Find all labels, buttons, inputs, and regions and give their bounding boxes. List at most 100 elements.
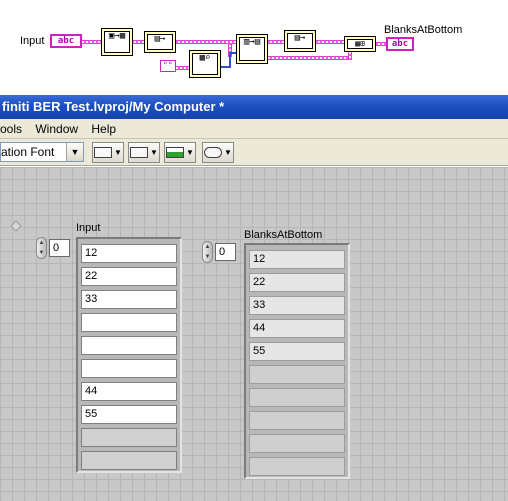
chevron-down-icon: ▼ (114, 148, 122, 157)
output-element: 44 (249, 317, 345, 340)
input-terminal[interactable]: abc (50, 34, 82, 48)
input-element-value[interactable]: 44 (81, 382, 177, 401)
distribute-objects-button[interactable]: ▼ (128, 142, 160, 163)
input-element[interactable]: 33 (81, 288, 177, 311)
input-element[interactable] (81, 357, 177, 380)
output-element-value: 55 (249, 342, 345, 361)
output-terminal-label: BlanksAtBottom (384, 24, 463, 36)
empty-string-constant[interactable]: "" (160, 60, 176, 72)
chevron-down-icon: ▼ (150, 148, 158, 157)
build-array-node[interactable]: ▦⊞ (344, 36, 376, 52)
input-element[interactable] (81, 449, 177, 472)
output-terminal[interactable]: abc (386, 37, 414, 51)
search-array-icon: ▦⌕ (192, 53, 218, 75)
input-element-value[interactable] (81, 336, 177, 355)
distribute-objects-icon (130, 147, 149, 158)
output-element (249, 363, 345, 386)
output-terminal-text: abc (391, 39, 409, 49)
input-array-control[interactable]: 12 22 33 44 55 (76, 237, 182, 473)
output-element-value: 22 (249, 273, 345, 292)
block-diagram: Input abc BlanksAtBottom abc ▣→▦ ▤→ "" ▦… (0, 0, 508, 95)
search-array-node[interactable]: ▦⌕ (189, 50, 221, 78)
align-objects-icon (94, 147, 113, 158)
window-title: finiti BER Test.lvproj/My Computer * (0, 95, 508, 119)
input-element-value[interactable] (81, 313, 177, 332)
input-element-value[interactable]: 22 (81, 267, 177, 286)
input-terminal-text: abc (57, 36, 75, 46)
integer-wire (229, 52, 231, 68)
array-index-icon: ▤→ (147, 34, 173, 50)
output-element-value (249, 411, 345, 430)
index-spinner-icon[interactable]: ▲ ▼ (36, 237, 47, 259)
input-array-index[interactable]: ▲ ▼ 0 (36, 237, 76, 259)
output-element: 55 (249, 340, 345, 363)
align-objects-button[interactable]: ▼ (92, 142, 124, 163)
input-element[interactable] (81, 426, 177, 449)
resize-objects-button[interactable]: ▼ (164, 142, 196, 163)
input-element-value[interactable]: 12 (81, 244, 177, 263)
menu-item-window[interactable]: Window (30, 119, 83, 139)
toolbar: ation Font ▼ ▼ ▼ ▼ ▼ (0, 139, 508, 166)
string-wire (268, 40, 284, 44)
input-element-value[interactable]: 33 (81, 290, 177, 309)
split-array-node[interactable]: ▥→▤ (236, 34, 268, 64)
string-wire (376, 42, 386, 46)
output-array-indicator: 12 22 33 44 55 (244, 243, 350, 479)
reorder-button[interactable]: ▼ (202, 142, 234, 163)
front-panel: Input ▲ ▼ 0 12 22 33 44 55 BlanksAtBottom ▲ ▼ … (0, 167, 508, 501)
output-array-index[interactable]: ▲ ▼ 0 (202, 241, 242, 263)
output-element (249, 409, 345, 432)
input-element-value[interactable] (81, 428, 177, 447)
string-wire (316, 40, 346, 44)
input-element[interactable]: 22 (81, 265, 177, 288)
font-select[interactable]: ation Font ▼ (0, 142, 84, 162)
array-function-node[interactable]: ▤→ (144, 31, 176, 53)
array-function-node[interactable]: ▣→▦ (101, 28, 133, 56)
menu-item-tools[interactable]: ools (0, 119, 27, 139)
input-index-value[interactable]: 0 (49, 239, 70, 257)
reorder-icon (204, 147, 223, 158)
output-element-value: 44 (249, 319, 345, 338)
output-element (249, 455, 345, 478)
string-wire (80, 40, 102, 44)
output-element-value (249, 365, 345, 384)
array-function-icon: ▣→▦ (104, 31, 130, 53)
output-element-value (249, 388, 345, 407)
chevron-down-icon: ▼ (186, 148, 194, 157)
menu-bar: ools Window Help (0, 119, 508, 139)
string-wire (266, 56, 352, 60)
resize-objects-icon (166, 147, 185, 158)
string-wire (176, 40, 236, 44)
reverse-array-node[interactable]: ▤→ (284, 30, 316, 52)
string-wire (174, 66, 190, 70)
chevron-down-icon: ▼ (224, 148, 232, 157)
output-element-value (249, 457, 345, 476)
panel-origin-marker (10, 220, 22, 232)
output-element (249, 432, 345, 455)
input-array-label: Input (76, 222, 101, 234)
output-element (249, 386, 345, 409)
input-element[interactable] (81, 334, 177, 357)
index-spinner-icon[interactable]: ▲ ▼ (202, 241, 213, 263)
input-element-value[interactable] (81, 451, 177, 470)
input-element-value[interactable]: 55 (81, 405, 177, 424)
output-element: 12 (249, 248, 345, 271)
input-element[interactable]: 55 (81, 403, 177, 426)
font-select-value: ation Font (1, 145, 55, 159)
input-element[interactable] (81, 311, 177, 334)
output-array-label: BlanksAtBottom (244, 229, 323, 241)
input-element[interactable]: 12 (81, 242, 177, 265)
input-element[interactable]: 44 (81, 380, 177, 403)
string-wire (132, 40, 144, 44)
chevron-down-icon[interactable]: ▼ (66, 143, 83, 161)
output-element: 22 (249, 271, 345, 294)
menu-item-help[interactable]: Help (86, 119, 121, 139)
output-index-value[interactable]: 0 (215, 243, 236, 261)
input-terminal-label: Input (20, 35, 45, 47)
reverse-array-icon: ▤→ (287, 33, 313, 49)
split-array-icon: ▥→▤ (239, 37, 265, 61)
build-array-icon: ▦⊞ (347, 39, 373, 49)
input-element-value[interactable] (81, 359, 177, 378)
output-element: 33 (249, 294, 345, 317)
output-element-value: 33 (249, 296, 345, 315)
